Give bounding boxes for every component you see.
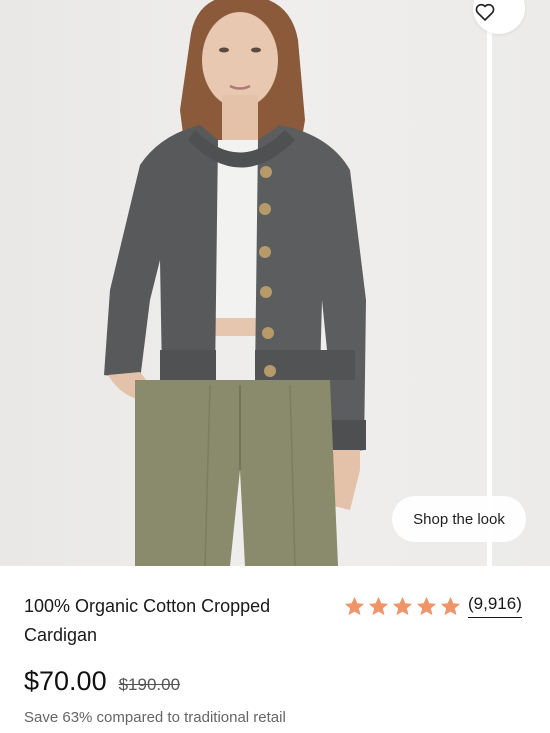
savings-text: Save 63% compared to traditional retail: [24, 709, 286, 726]
product-image[interactable]: Shop the look: [0, 0, 550, 566]
star-icon: [368, 596, 389, 615]
product-title: 100% Organic Cotton Cropped Cardigan: [24, 596, 271, 645]
product-photo-illustration: [104, 0, 366, 566]
star-icon: [416, 596, 437, 615]
image-compare-divider[interactable]: [487, 0, 492, 566]
price-row: $70.00 $190.00: [24, 666, 180, 697]
shop-the-look-button[interactable]: Shop the look: [392, 496, 526, 542]
review-count-link[interactable]: (9,916): [468, 594, 522, 618]
product-rating[interactable]: (9,916): [343, 592, 522, 620]
original-price: $190.00: [118, 675, 181, 694]
rating-stars: [343, 595, 462, 618]
star-icon: [344, 596, 365, 615]
heart-icon: [475, 3, 495, 21]
star-icon: [392, 596, 413, 615]
current-price: $70.00: [24, 666, 107, 696]
star-icon: [440, 596, 461, 615]
